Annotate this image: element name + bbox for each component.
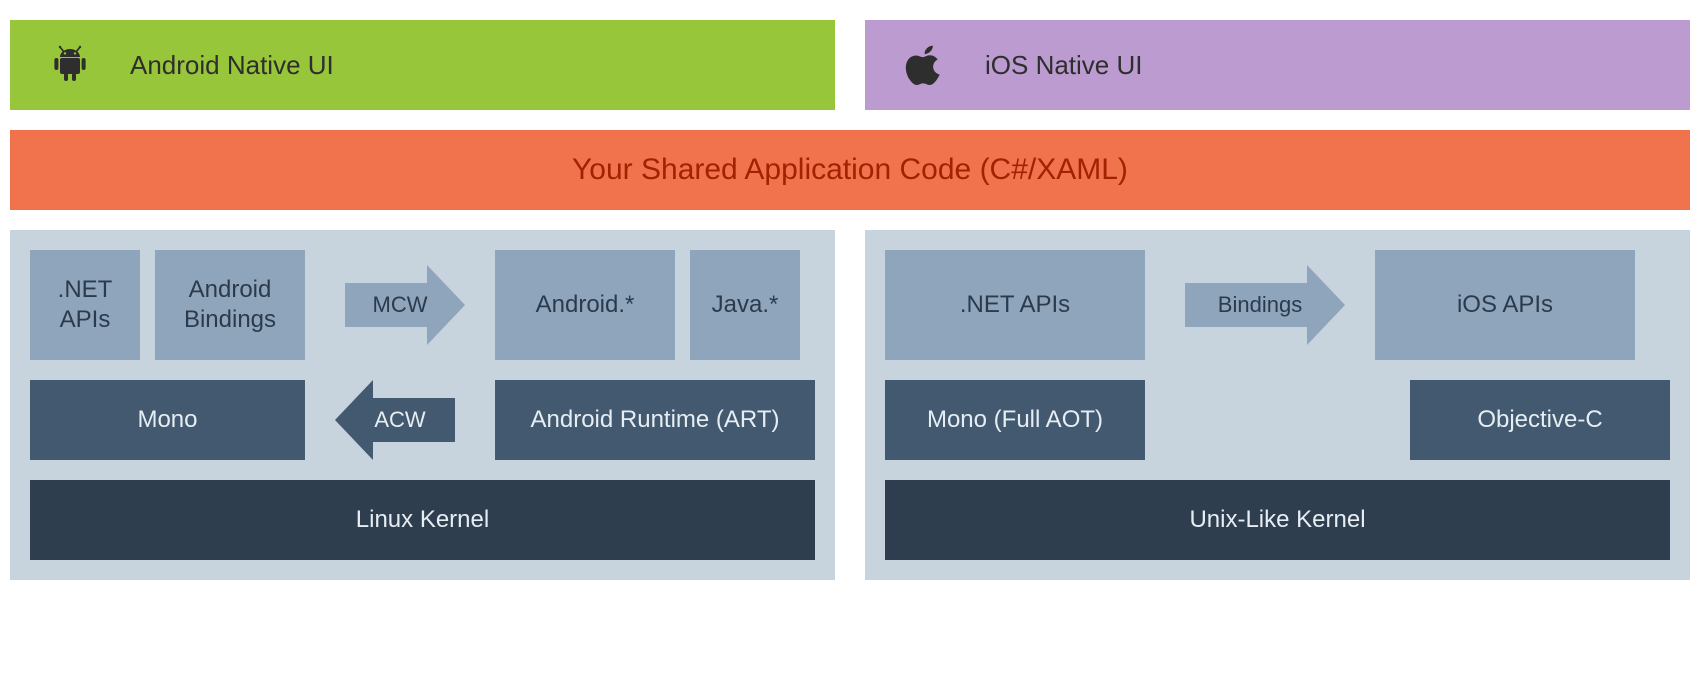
acw-arrow-label: ACW — [374, 407, 425, 433]
ios-apis-box: iOS APIs — [1375, 250, 1635, 360]
ios-row1: .NET APIs Bindings iOS APIs — [885, 250, 1670, 360]
linux-kernel-box: Linux Kernel — [30, 480, 815, 560]
architecture-row: .NET APIs Android Bindings MCW Android.*… — [10, 230, 1690, 580]
mono-box: Mono — [30, 380, 305, 460]
bindings-arrow: Bindings — [1160, 250, 1360, 360]
mono-aot-box: Mono (Full AOT) — [885, 380, 1145, 460]
unix-kernel-box: Unix-Like Kernel — [885, 480, 1670, 560]
ios-row2-spacer — [1160, 380, 1395, 460]
apple-icon — [895, 43, 955, 87]
android-star-box: Android.* — [495, 250, 675, 360]
ios-container: .NET APIs Bindings iOS APIs Mono (Full A… — [865, 230, 1690, 580]
android-header-label: Android Native UI — [130, 50, 334, 81]
shared-code-banner: Your Shared Application Code (C#/XAML) — [10, 130, 1690, 210]
acw-arrow: ACW — [320, 380, 480, 460]
java-star-box: Java.* — [690, 250, 800, 360]
android-container: .NET APIs Android Bindings MCW Android.*… — [10, 230, 835, 580]
android-icon — [40, 41, 100, 89]
objc-box: Objective-C — [1410, 380, 1670, 460]
mcw-arrow-label: MCW — [373, 292, 428, 318]
net-apis-box: .NET APIs — [30, 250, 140, 360]
ios-header-label: iOS Native UI — [985, 50, 1143, 81]
ios-row2: Mono (Full AOT) Objective-C — [885, 380, 1670, 460]
mcw-arrow: MCW — [320, 250, 480, 360]
bindings-arrow-label: Bindings — [1218, 292, 1302, 318]
ios-header: iOS Native UI — [865, 20, 1690, 110]
art-box: Android Runtime (ART) — [495, 380, 815, 460]
android-header: Android Native UI — [10, 20, 835, 110]
android-row2: Mono ACW Android Runtime (ART) — [30, 380, 815, 460]
android-bindings-box: Android Bindings — [155, 250, 305, 360]
ios-net-apis-box: .NET APIs — [885, 250, 1145, 360]
platform-headers-row: Android Native UI iOS Native UI — [10, 20, 1690, 110]
shared-code-label: Your Shared Application Code (C#/XAML) — [572, 153, 1128, 187]
android-row1: .NET APIs Android Bindings MCW Android.*… — [30, 250, 815, 360]
